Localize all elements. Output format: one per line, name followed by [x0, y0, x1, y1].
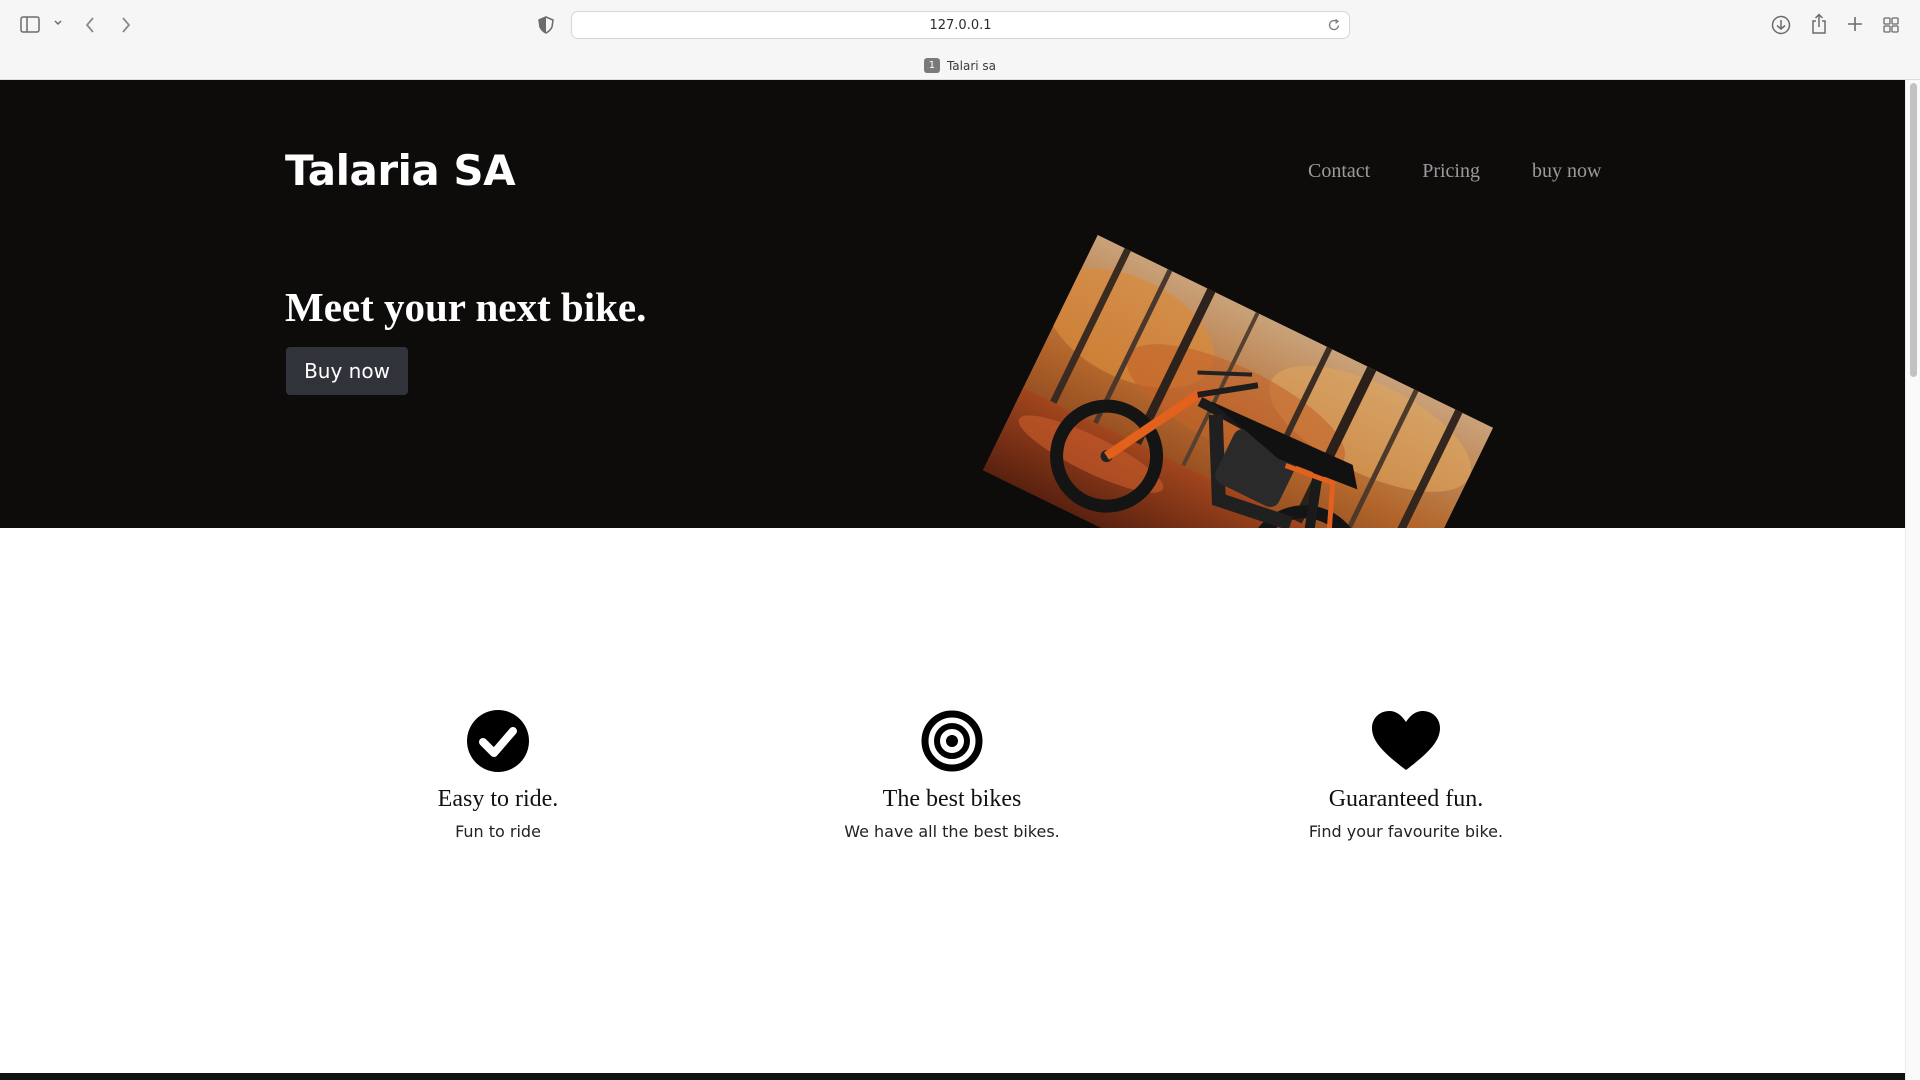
scrollbar-thumb[interactable]: [1910, 83, 1917, 377]
footer-edge: [0, 1073, 1905, 1080]
feature-card: The best bikes We have all the best bike…: [752, 710, 1152, 841]
heart-icon: [1206, 710, 1606, 776]
nav-link-buy-now[interactable]: buy now: [1532, 160, 1601, 183]
nav-link-contact[interactable]: Contact: [1308, 160, 1370, 183]
features-section: Easy to ride. Fun to ride The best bikes…: [0, 710, 1905, 890]
tab-active[interactable]: 1 Talari sa: [0, 58, 1920, 73]
feature-title: Guaranteed fun.: [1328, 786, 1484, 812]
buy-now-button[interactable]: Buy now: [286, 347, 408, 395]
hero-headline: Meet your next bike.: [285, 284, 647, 330]
download-icon[interactable]: [1771, 15, 1791, 35]
new-tab-icon[interactable]: [1847, 16, 1863, 32]
shield-icon[interactable]: [538, 16, 554, 34]
nav-link-pricing[interactable]: Pricing: [1422, 160, 1480, 183]
forward-icon[interactable]: [120, 16, 132, 34]
page-viewport: Talaria SA Contact Pricing buy now Meet …: [0, 80, 1905, 1080]
share-icon[interactable]: [1810, 13, 1828, 35]
reload-icon[interactable]: [1328, 18, 1341, 37]
sidebar-icon[interactable]: [20, 16, 40, 33]
main-nav: Contact Pricing buy now: [1308, 160, 1601, 183]
brand-logo-text[interactable]: Talaria SA: [285, 146, 516, 195]
hero-bike-image: [982, 234, 1494, 528]
feature-title: Easy to ride.: [437, 786, 559, 812]
hero-section: Talaria SA Contact Pricing buy now Meet …: [0, 80, 1905, 528]
url-text: 127.0.0.1: [929, 18, 992, 33]
browser-toolbar: 127.0.0.1 1 Talari sa: [0, 0, 1920, 80]
tab-index-badge: 1: [923, 58, 940, 73]
check-circle-icon: [298, 710, 698, 776]
chevron-down-icon[interactable]: [53, 19, 63, 27]
feature-description: We have all the best bikes.: [844, 822, 1060, 841]
target-icon: [752, 710, 1152, 776]
address-bar[interactable]: 127.0.0.1: [571, 11, 1350, 39]
feature-card: Guaranteed fun. Find your favourite bike…: [1206, 710, 1606, 841]
feature-card: Easy to ride. Fun to ride: [298, 710, 698, 841]
back-icon[interactable]: [84, 16, 96, 34]
feature-description: Fun to ride: [455, 822, 541, 841]
tab-title: Talari sa: [946, 58, 997, 73]
page-scrollbar[interactable]: [1905, 80, 1920, 1080]
tab-overview-icon[interactable]: [1883, 17, 1899, 33]
feature-description: Find your favourite bike.: [1308, 822, 1504, 841]
feature-title: The best bikes: [882, 786, 1022, 812]
